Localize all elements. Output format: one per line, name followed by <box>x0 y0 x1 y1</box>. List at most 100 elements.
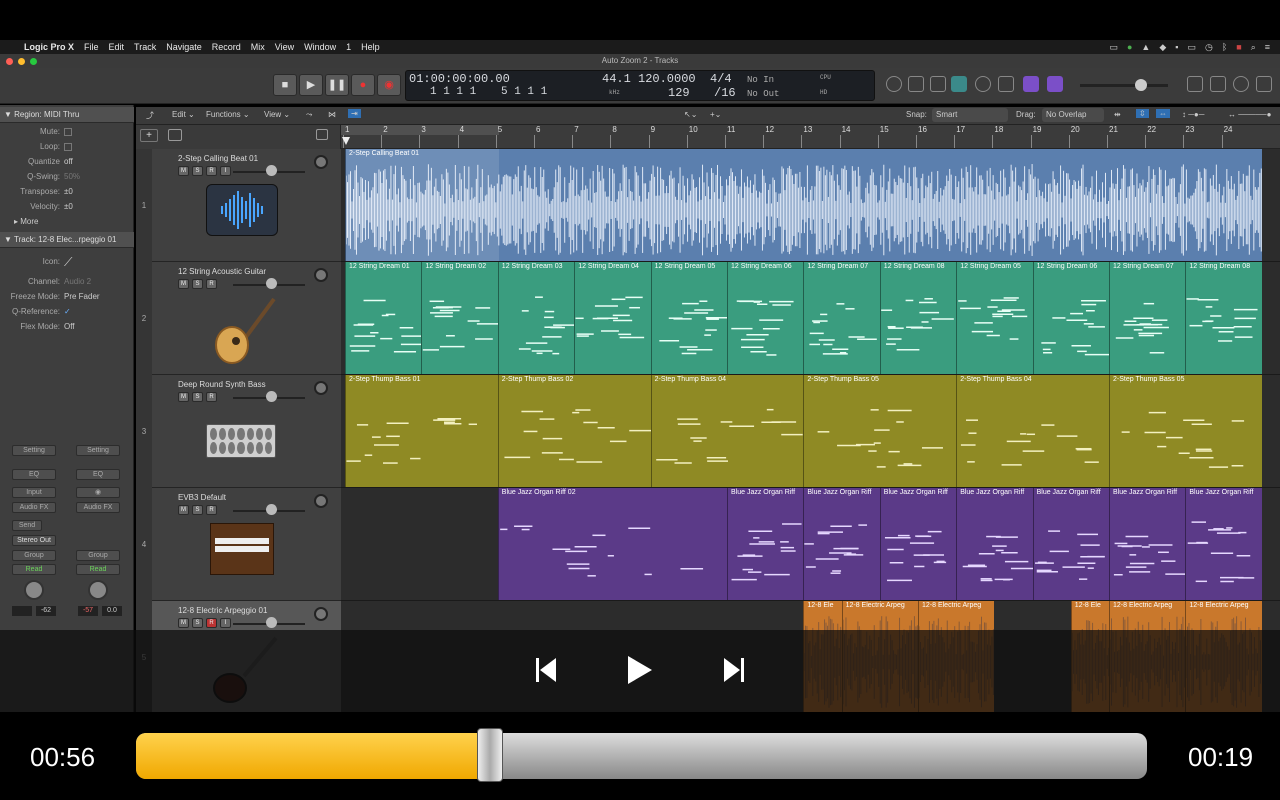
region[interactable]: 12 String Dream 01 <box>345 262 422 374</box>
lcd-display[interactable]: 01:00:00:00.00 1 1 1 1 5 1 1 1 44.1 kHz … <box>405 70 875 101</box>
track-s-button[interactable]: S <box>192 166 203 176</box>
metronome-speed-icon[interactable] <box>975 76 991 92</box>
track-header-4[interactable]: 4 EVB3 Default M S R <box>136 488 341 601</box>
track-i-button[interactable]: I <box>220 618 231 628</box>
velocity-value[interactable]: ±0 <box>64 200 73 214</box>
track-r-button[interactable]: R <box>206 618 217 628</box>
vertical-zoom-icon[interactable]: ⇳ <box>1136 109 1149 118</box>
region[interactable]: 2-Step Thump Bass 04 <box>650 375 804 487</box>
progress-thumb[interactable] <box>476 728 503 782</box>
region[interactable]: 2-Step Calling Beat 01 <box>345 149 1262 261</box>
flex-mode-row[interactable]: Flex Mode: Off <box>0 320 134 334</box>
qswing-row[interactable]: Q-Swing: 50% <box>0 170 134 184</box>
progress-track[interactable] <box>136 733 1147 779</box>
play-video-button[interactable] <box>628 656 652 684</box>
pause-button[interactable]: ❚❚ <box>325 74 349 96</box>
play-button[interactable]: ▶ <box>299 74 323 96</box>
horizontal-zoom-slider[interactable]: ↔ ─────● <box>1228 110 1271 119</box>
region[interactable]: 2-Step Thump Bass 04 <box>956 375 1109 487</box>
add-track-button[interactable]: + <box>140 129 158 142</box>
region-inspector-header[interactable]: ▼ Region: MIDI Thru <box>0 107 134 123</box>
loop-checkbox[interactable] <box>64 143 72 151</box>
track-volume-knob[interactable] <box>266 391 277 402</box>
display-icon[interactable]: ▭ <box>1109 42 1118 53</box>
secondary-tool-icon[interactable]: +⌄ <box>710 110 721 119</box>
menu-record[interactable]: Record <box>212 42 241 52</box>
track-s-button[interactable]: S <box>192 505 203 515</box>
tuner-icon[interactable] <box>908 76 924 92</box>
flag-icon[interactable]: ■ <box>1236 42 1241 53</box>
loop-browser-icon[interactable] <box>1233 76 1249 92</box>
velocity-row[interactable]: Velocity: ±0 <box>0 200 134 214</box>
track-lane-3[interactable]: 2-Step Thump Bass 01 2-Step Thump Bass 02… <box>341 375 1280 488</box>
track-pan-knob[interactable] <box>314 607 328 621</box>
track-name[interactable]: 2-Step Calling Beat 01 <box>178 154 258 163</box>
track-pan-knob[interactable] <box>314 494 328 508</box>
track-pan-knob[interactable] <box>314 155 328 169</box>
track-inspector-header[interactable]: ▼ Track: 12-8 Elec...rpeggio 01 <box>0 232 134 248</box>
region[interactable]: 12 String Dream 07 <box>1109 262 1186 374</box>
region[interactable]: 12 String Dream 08 <box>879 262 957 374</box>
minimize-window-button[interactable] <box>18 58 25 65</box>
menu-edit[interactable]: Edit <box>109 42 125 52</box>
track-name[interactable]: 12 String Acoustic Guitar <box>178 267 266 276</box>
menu-window[interactable]: Window <box>304 42 336 52</box>
channel-value[interactable]: Audio 2 <box>64 275 91 289</box>
quantize-row[interactable]: Quantize off <box>0 155 134 169</box>
search-icon[interactable]: ⌕ <box>1251 42 1256 53</box>
link-icon[interactable]: ◉ <box>76 487 120 498</box>
track-name[interactable]: EVB3 Default <box>178 493 226 502</box>
notepad-icon[interactable] <box>1210 76 1226 92</box>
zoom-window-button[interactable] <box>30 58 37 65</box>
channel-row[interactable]: Channel: Audio 2 <box>0 275 134 289</box>
timemachine-icon[interactable]: ◷ <box>1205 42 1213 53</box>
track-m-button[interactable]: M <box>178 505 189 515</box>
track-m-button[interactable]: M <box>178 166 189 176</box>
more-disclosure[interactable]: ▸ More <box>0 215 134 229</box>
menu-app-name[interactable]: Logic Pro X <box>24 42 74 52</box>
region[interactable]: 2-Step Thump Bass 05 <box>803 375 957 487</box>
bluetooth-icon[interactable]: ᛒ <box>1222 42 1227 53</box>
audio-fx-button-right[interactable]: Audio FX <box>76 502 120 513</box>
region[interactable]: Blue Jazz Organ Riff <box>1109 488 1186 600</box>
track-lane-4[interactable]: Blue Jazz Organ Riff 02 Blue Jazz Organ R… <box>341 488 1280 601</box>
region[interactable]: Blue Jazz Organ Riff 02 <box>497 488 727 600</box>
mute-row[interactable]: Mute: <box>0 125 134 139</box>
list-editors-icon[interactable] <box>1187 76 1203 92</box>
track-volume-knob[interactable] <box>266 504 277 515</box>
transpose-value[interactable]: ±0 <box>64 185 73 199</box>
mixer-icon[interactable] <box>951 76 967 92</box>
track-volume-knob[interactable] <box>266 165 277 176</box>
catch-icon[interactable]: ⇥ <box>348 109 361 118</box>
eq-button-left[interactable]: EQ <box>12 469 56 480</box>
automation-read-left[interactable]: Read <box>12 564 56 575</box>
pointer-tool-icon[interactable]: ↖⌄ <box>684 110 697 119</box>
global-tracks-icon[interactable] <box>316 129 328 140</box>
track-pan-knob[interactable] <box>314 381 328 395</box>
track-volume-knob[interactable] <box>266 278 277 289</box>
guitar-icon[interactable]: ⟋ <box>64 255 72 269</box>
region[interactable]: 12 String Dream 03 <box>497 262 575 374</box>
playhead-icon[interactable] <box>342 137 350 145</box>
back-icon[interactable]: ⤴ <box>146 110 154 121</box>
flex-mode-value[interactable]: Off <box>64 320 75 334</box>
group-button-right[interactable]: Group <box>76 550 120 561</box>
region[interactable]: 2-Step Thump Bass 01 <box>345 375 498 487</box>
track-header-2[interactable]: 2 12 String Acoustic Guitar M S R <box>136 262 341 375</box>
skip-forward-button[interactable] <box>724 658 746 682</box>
group-button-left[interactable]: Group <box>12 550 56 561</box>
q-reference-row[interactable]: Q-Reference: ✓ <box>0 305 134 319</box>
track-lane-1[interactable]: 2-Step Calling Beat 01 <box>341 149 1280 262</box>
track-m-button[interactable]: M <box>178 392 189 402</box>
audio-fx-button-left[interactable]: Audio FX <box>12 502 56 513</box>
drive-icon[interactable]: ▲ <box>1141 42 1150 53</box>
freeze-mode-row[interactable]: Freeze Mode: Pre Fader <box>0 290 134 304</box>
menu-view[interactable]: View <box>275 42 294 52</box>
input-button[interactable]: Input <box>12 487 56 498</box>
transpose-row[interactable]: Transpose: ±0 <box>0 185 134 199</box>
vertical-zoom-slider[interactable]: ↕ ─●─ <box>1182 110 1204 119</box>
region[interactable]: 12 String Dream 06 <box>727 262 804 374</box>
capture-record-button[interactable]: ◉ <box>377 74 401 96</box>
menu-navigate[interactable]: Navigate <box>166 42 202 52</box>
region[interactable]: Blue Jazz Organ Riff <box>879 488 957 600</box>
